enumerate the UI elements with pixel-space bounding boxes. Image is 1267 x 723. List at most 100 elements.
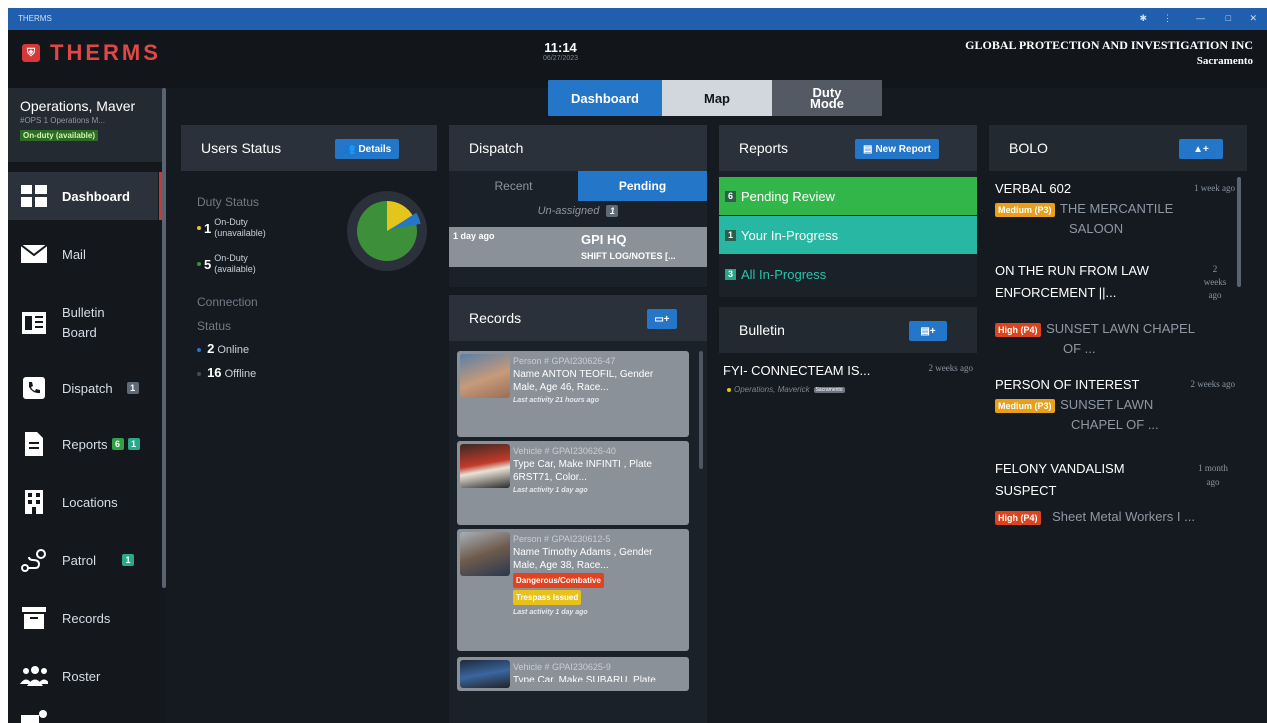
bolo-time-l1: 1 month [1198, 463, 1228, 473]
sidebar-item-roster[interactable]: Roster [8, 652, 158, 700]
pin-icon[interactable]: ✱ [1139, 13, 1147, 24]
your-in-progress-count: 1 [725, 229, 736, 241]
record-last-activity: Last activity 1 day ago [513, 487, 588, 494]
person-photo [460, 532, 510, 576]
offline-label: Offline [224, 368, 257, 380]
add-bolo-button[interactable]: ▲+ [1179, 139, 1223, 159]
bolo-item[interactable]: PERSON OF INTEREST 2 weeks ago Medium (P… [989, 377, 1247, 449]
record-id: Vehicle # GPAI230625-9 [513, 662, 611, 672]
record-id: Person # GPAI230626-47 [513, 356, 616, 366]
bolo-title-l1: ON THE RUN FROM LAW [995, 263, 1149, 278]
bolo-desc-l1: SUNSET LAWN CHAPEL [1046, 321, 1195, 336]
dangerous-tag: Dangerous/Combative [513, 573, 604, 588]
record-line2: 6RST71, Color... [513, 472, 587, 483]
app-logo: ⛨ THERMS [22, 40, 161, 66]
bulletin-item[interactable]: FYI- CONNECTEAM IS... 2 weeks ago Operat… [723, 363, 973, 403]
record-card[interactable]: Vehicle # GPAI230625-9 Type Car, Make SU… [457, 657, 689, 691]
dispatch-card-title: GPI HQ [581, 232, 627, 247]
bolo-header: BOLO ▲+ [989, 125, 1247, 171]
on-duty-available-l2: (available) [214, 264, 256, 274]
sidebar-item-label: Bulletin Board [62, 305, 105, 340]
panel-title: Bulletin [739, 322, 785, 338]
records-header: Records ▭+ [449, 295, 707, 341]
record-card[interactable]: Person # GPAI230612-5 Name Timothy Adams… [457, 529, 689, 651]
reports-inprogress-badge: 1 [127, 438, 140, 450]
your-in-progress-row[interactable]: 1 Your In-Progress [719, 216, 977, 254]
bolo-item[interactable]: FELONY VANDALISM SUSPECT 1 month ago Hig… [989, 461, 1247, 541]
online-label: Online [217, 344, 250, 356]
tab-map[interactable]: Map [662, 80, 772, 116]
dispatch-panel: Dispatch Recent Pending Un-assigned 1 1 … [449, 125, 707, 287]
bolo-item[interactable]: ON THE RUN FROM LAW ENFORCEMENT ||... 2 … [989, 263, 1247, 363]
dispatch-card-subtitle: SHIFT LOG/NOTES [... [581, 251, 676, 261]
company-name: GLOBAL PROTECTION AND INVESTIGATION INC [965, 38, 1253, 52]
close-icon[interactable]: ✕ [1249, 13, 1257, 24]
users-icon: 👥 [343, 143, 356, 155]
sidebar-item-dashboard[interactable]: Dashboard [8, 172, 162, 220]
record-card[interactable]: Person # GPAI230626-47 Name ANTON TEOFIL… [457, 351, 689, 437]
new-report-button[interactable]: ▤ New Report [855, 139, 940, 159]
bolo-desc-l1: SUNSET LAWN [1060, 397, 1154, 412]
bolo-title: PERSON OF INTEREST [995, 377, 1140, 392]
bolo-title: VERBAL 602 [995, 181, 1072, 196]
bolo-time-l2: ago [1206, 477, 1220, 487]
on-duty-unavailable-count: 1 [204, 220, 212, 236]
sidebar-item-patrol[interactable]: Patrol 1 [8, 536, 158, 584]
all-in-progress-row[interactable]: 3 All In-Progress [719, 255, 977, 293]
sidebar-item-dispatch[interactable]: Dispatch 1 [8, 364, 158, 412]
panel-title: Users Status [201, 140, 282, 156]
tab-dashboard[interactable]: Dashboard [548, 80, 662, 116]
route-icon [20, 548, 48, 572]
priority-badge: High (P4) [995, 511, 1041, 525]
offline-row: 16 Offline [197, 366, 257, 380]
record-line2: Male, Age 38, Race... [513, 560, 609, 571]
sidebar-scrollbar[interactable] [162, 88, 166, 588]
record-last-activity: Last activity 1 day ago [513, 609, 588, 616]
user-profile[interactable]: Operations, Maver #OPS 1 Operations M...… [8, 88, 166, 162]
on-duty-available-count: 5 [204, 256, 212, 272]
record-line1: Type Car, Make INFINTI , Plate [513, 459, 652, 470]
warning-icon: ▲+ [1193, 143, 1209, 155]
tab-duty-mode[interactable]: Duty Mode [772, 80, 882, 116]
duty-status-pie-chart [347, 191, 427, 271]
minimize-icon[interactable]: — [1196, 13, 1205, 23]
bolo-item[interactable]: VERBAL 602 1 week ago Medium (P3) THE ME… [989, 181, 1247, 253]
more-icon[interactable]: ⋮ [1163, 13, 1172, 24]
add-record-icon: ▭+ [654, 313, 670, 325]
profile-role: #OPS 1 Operations M... [20, 116, 105, 125]
records-scrollbar[interactable] [699, 351, 703, 469]
reports-pending-badge: 6 [111, 438, 124, 450]
online-count: 2 [207, 341, 215, 356]
profile-status-badge: On-duty (available) [20, 130, 99, 141]
panel-title: Reports [739, 140, 789, 156]
clock-date: 06/27/2023 [543, 55, 579, 62]
mail-icon [20, 242, 48, 266]
sidebar-item-reports[interactable]: Reports 6 1 [8, 420, 158, 468]
view-switcher: Dashboard Map Duty Mode [548, 80, 882, 116]
sidebar-item-mail[interactable]: Mail [8, 230, 158, 278]
details-button[interactable]: 👥 Details [335, 139, 400, 159]
pending-review-row[interactable]: 6 Pending Review [719, 177, 977, 215]
details-button-label: Details [358, 143, 392, 155]
sidebar-item-bulletin-board[interactable]: Bulletin Board [8, 294, 158, 352]
tab-recent[interactable]: Recent [449, 171, 578, 201]
reports-panel: Reports ▤ New Report 6 Pending Review 1 … [719, 125, 977, 297]
on-duty-available-l1: On-Duty [214, 253, 248, 263]
record-line1: Name Timothy Adams , Gender [513, 547, 653, 558]
record-card[interactable]: Vehicle # GPAI230626-40 Type Car, Make I… [457, 441, 689, 525]
tab-pending[interactable]: Pending [578, 171, 707, 201]
add-record-button[interactable]: ▭+ [647, 309, 677, 329]
sidebar-item-records[interactable]: Records [8, 594, 158, 642]
pending-review-label: Pending Review [741, 188, 835, 204]
maximize-icon[interactable]: □ [1226, 13, 1231, 23]
window-title: THERMS [18, 14, 52, 23]
sidebar-item-more[interactable] [8, 706, 158, 723]
add-bulletin-button[interactable]: ▤+ [909, 321, 947, 341]
yellow-dot-icon [197, 226, 201, 230]
dispatch-tabs: Recent Pending [449, 171, 707, 201]
dispatch-card[interactable]: 1 day ago GPI HQ SHIFT LOG/NOTES [... [449, 227, 707, 267]
sidebar-item-locations[interactable]: Locations [8, 478, 158, 526]
bulletin-board-icon [20, 311, 48, 335]
priority-badge: High (P4) [995, 323, 1041, 337]
logo-text: THERMS [50, 40, 161, 65]
